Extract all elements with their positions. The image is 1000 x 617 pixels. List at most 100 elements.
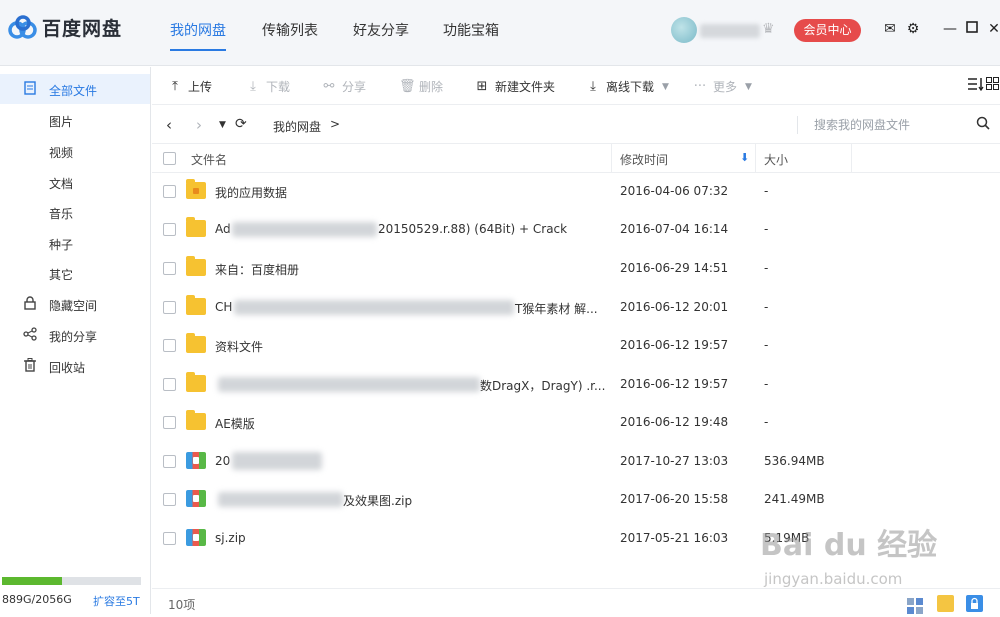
row-checkbox[interactable] [163, 185, 176, 198]
sidebar-item-my-share[interactable]: 我的分享 [0, 320, 150, 350]
active-tab-indicator [170, 49, 226, 51]
mail-icon[interactable]: ✉ [882, 21, 898, 37]
folder-icon [186, 333, 206, 353]
sidebar-item-label: 隐藏空间 [49, 299, 98, 313]
row-checkbox[interactable] [163, 339, 176, 352]
file-size: 536.94MB [764, 454, 825, 468]
table-row[interactable]: AE模版 2016-06-12 19:48 - [152, 404, 1000, 442]
file-size: 241.49MB [764, 492, 825, 506]
app-logo[interactable]: 百度网盘 [8, 14, 122, 41]
expand-storage-link[interactable]: 扩容至5T [93, 593, 140, 609]
row-checkbox[interactable] [163, 493, 176, 506]
sidebar-item-label: 音乐 [49, 207, 74, 221]
file-name[interactable]: 资料文件 [215, 338, 263, 355]
sidebar-item-documents[interactable]: 文档 [0, 167, 150, 197]
offline-download-icon: ⤓ [590, 79, 596, 94]
apps-grid-icon[interactable] [907, 598, 924, 615]
table-row[interactable]: 及效果图.zip 2017-06-20 15:58 241.49MB [152, 481, 1000, 519]
column-header-name[interactable]: 文件名 [191, 151, 227, 168]
tab-friend-share[interactable]: 好友分享 [353, 20, 409, 40]
file-name[interactable]: AE模版 [215, 415, 255, 432]
minimize-icon[interactable]: — [942, 21, 958, 37]
table-row[interactable]: 20 2017-10-27 13:03 536.94MB [152, 443, 1000, 481]
forward-icon[interactable]: › [196, 116, 202, 134]
sidebar-item-recycle-bin[interactable]: 回收站 [0, 351, 150, 381]
modified-time: 2016-06-12 19:48 [620, 415, 729, 429]
modified-time: 2016-06-12 19:57 [620, 338, 729, 352]
share-button[interactable]: ⚯ 分享 [322, 78, 366, 95]
table-row[interactable]: 资料文件 2016-06-12 19:57 - [152, 327, 1000, 365]
tab-toolbox[interactable]: 功能宝箱 [443, 20, 499, 40]
sort-descending-icon[interactable]: ⬇ [740, 151, 749, 164]
maximize-icon[interactable] [964, 21, 980, 37]
sidebar: 全部文件 图片 视频 文档 音乐 种子 其它 隐藏空间 我的分享 回收站 [0, 67, 151, 614]
download-icon: ⤓ [250, 79, 256, 94]
zip-file-icon [186, 452, 206, 469]
close-icon[interactable]: ✕ [986, 21, 1000, 37]
row-checkbox[interactable] [163, 532, 176, 545]
table-row[interactable]: 来自：百度相册 2016-06-29 14:51 - [152, 250, 1000, 288]
row-checkbox[interactable] [163, 301, 176, 314]
delete-button[interactable]: 🗑 删除 [399, 78, 443, 95]
back-icon[interactable]: ‹ [166, 116, 172, 134]
select-all-checkbox[interactable] [163, 152, 176, 165]
row-checkbox[interactable] [163, 262, 176, 275]
tab-my-disk[interactable]: 我的网盘 [170, 20, 226, 40]
grid-view-icon[interactable] [986, 77, 999, 90]
file-name[interactable]: 20 [215, 454, 230, 468]
avatar[interactable] [671, 17, 697, 43]
sidebar-item-videos[interactable]: 视频 [0, 136, 150, 166]
sidebar-item-music[interactable]: 音乐 [0, 197, 150, 227]
file-name[interactable]: CH [215, 300, 232, 314]
column-header-modified[interactable]: 修改时间 [620, 151, 668, 168]
table-row[interactable]: 数DragX，DragY) .r... 2016-06-12 19:57 - [152, 366, 1000, 404]
row-checkbox[interactable] [163, 455, 176, 468]
sidebar-item-torrents[interactable]: 种子 [0, 228, 150, 258]
row-checkbox[interactable] [163, 223, 176, 236]
file-name[interactable]: sj.zip [215, 531, 246, 545]
table-row[interactable]: CH T猴年素材 解... 2016-06-12 20:01 - [152, 289, 1000, 327]
offline-download-button[interactable]: ⤓ 离线下载 ▼ [586, 78, 669, 95]
modified-time: 2016-06-12 19:57 [620, 377, 729, 391]
new-folder-button[interactable]: ⊞ 新建文件夹 [475, 78, 555, 95]
vip-center-button[interactable]: 会员中心 [794, 19, 861, 42]
file-name[interactable]: 来自：百度相册 [215, 261, 299, 278]
more-button[interactable]: ··· 更多 ▼ [693, 78, 752, 95]
sidebar-item-images[interactable]: 图片 [0, 105, 150, 135]
tab-transfer-list[interactable]: 传输列表 [262, 20, 318, 40]
refresh-icon[interactable]: ⟳ [235, 116, 247, 132]
new-folder-icon: ⊞ [476, 79, 488, 94]
sidebar-item-all-files[interactable]: 全部文件 [0, 74, 150, 104]
row-checkbox[interactable] [163, 416, 176, 429]
column-header-size[interactable]: 大小 [764, 151, 788, 168]
search-icon[interactable] [976, 116, 990, 134]
table-row[interactable]: Ad 20150529.r.88) (64Bit) + Crack 2016-0… [152, 211, 1000, 249]
folder-icon [186, 217, 206, 237]
folder-icon [186, 256, 206, 276]
file-name[interactable]: 我的应用数据 [215, 184, 287, 201]
sidebar-item-hidden-space[interactable]: 隐藏空间 [0, 289, 150, 319]
sort-list-icon[interactable] [968, 77, 984, 91]
file-name[interactable]: Ad [215, 222, 231, 236]
gear-icon[interactable]: ⚙ [905, 21, 921, 37]
lock-icon[interactable] [966, 595, 983, 612]
breadcrumb[interactable]: 我的网盘 [273, 118, 321, 135]
file-size: - [764, 261, 769, 275]
folder-icon [186, 410, 206, 430]
notes-icon[interactable] [937, 595, 954, 612]
storage-quota-bar [2, 577, 141, 585]
more-label: 更多 [713, 80, 738, 94]
search-input[interactable] [812, 114, 962, 136]
share-icon [22, 327, 38, 343]
modified-time: 2016-06-12 20:01 [620, 300, 729, 314]
history-dropdown-icon[interactable]: ▼ [219, 120, 226, 130]
upload-button[interactable]: ⤒ 上传 [168, 78, 212, 95]
sidebar-item-others[interactable]: 其它 [0, 258, 150, 288]
modified-time: 2017-10-27 13:03 [620, 454, 729, 468]
folder-icon [186, 372, 206, 392]
row-checkbox[interactable] [163, 378, 176, 391]
file-icon [22, 81, 38, 97]
download-button[interactable]: ⤓ 下载 [246, 78, 290, 95]
table-row[interactable]: 我的应用数据 2016-04-06 07:32 - [152, 173, 1000, 211]
crown-icon: ♛ [762, 21, 775, 37]
